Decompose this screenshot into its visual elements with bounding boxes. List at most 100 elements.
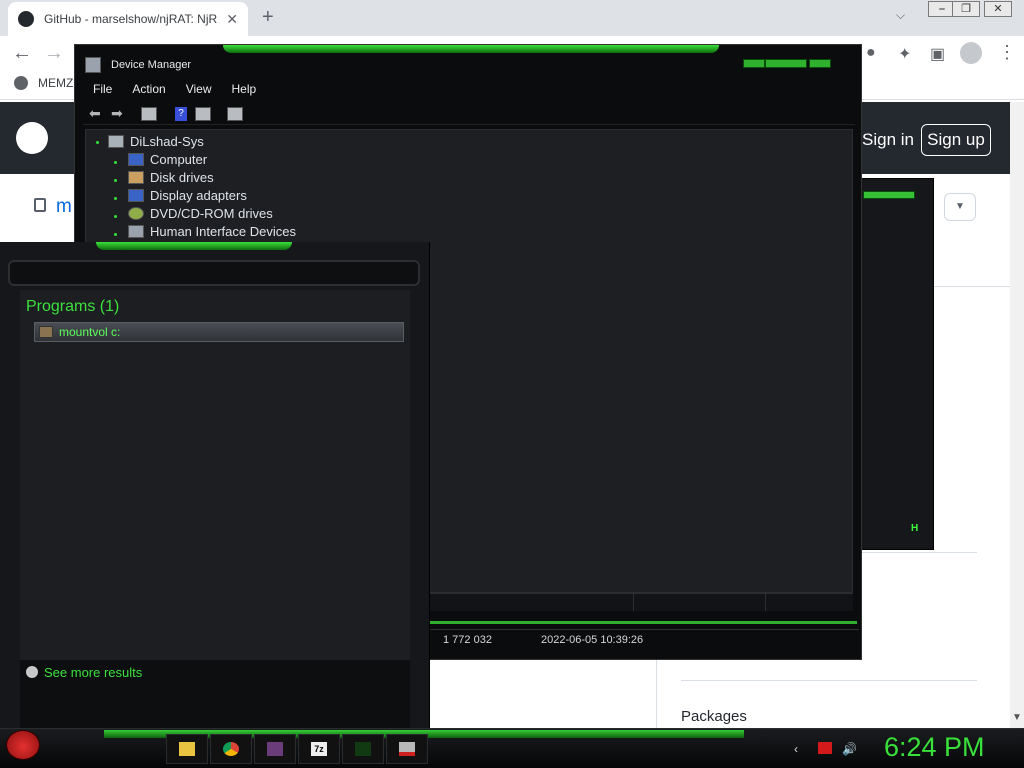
paint-icon	[267, 742, 283, 756]
tree-root-label: DiLshad-Sys	[130, 134, 204, 149]
github-logo-icon[interactable]	[16, 122, 48, 154]
search-result-label: mountvol c:	[59, 325, 121, 339]
device-manager-icon	[85, 57, 101, 73]
device-manager-icon	[399, 742, 415, 756]
profile-avatar[interactable]	[960, 42, 982, 64]
maximize-button[interactable]	[765, 59, 807, 68]
menu-help[interactable]: Help	[232, 82, 257, 96]
repo-icon	[34, 198, 46, 212]
tree-root[interactable]: DiLshad-Sys	[108, 134, 204, 149]
expander-dot-icon[interactable]	[114, 197, 117, 200]
file-size: 1 772 032	[443, 634, 492, 646]
sign-up-button[interactable]: Sign up	[921, 124, 991, 156]
view-icon[interactable]	[195, 107, 211, 121]
packages-heading: Packages	[681, 708, 747, 725]
status-divider	[633, 593, 634, 611]
toolbar: ⬅ ➡ ?	[83, 101, 855, 125]
disk-drive-icon	[128, 171, 144, 184]
forward-arrow-icon[interactable]: ➡	[111, 105, 123, 122]
display-adapter-icon	[128, 189, 144, 202]
globe-icon	[14, 76, 28, 90]
tab-close-icon[interactable]: ✕	[226, 11, 238, 28]
menu-view[interactable]: View	[186, 82, 212, 96]
volume-icon[interactable]: 🔊	[842, 742, 857, 756]
expander-dot-icon[interactable]	[96, 141, 99, 144]
menu-bar: File Action View Help	[83, 79, 855, 99]
start-menu: Programs (1) mountvol c: See more result…	[0, 242, 430, 728]
start-search-box[interactable]	[8, 260, 420, 286]
taskbar-app-njrat[interactable]	[342, 734, 384, 764]
extension-icon[interactable]: ●	[866, 44, 876, 62]
start-results-pane	[20, 290, 410, 660]
start-button[interactable]	[6, 730, 46, 766]
keyboard-icon	[128, 225, 144, 238]
scan-hardware-icon[interactable]	[227, 107, 243, 121]
properties-icon[interactable]	[141, 107, 157, 121]
tree-item-display-adapters[interactable]: Display adapters	[128, 188, 247, 203]
repo-name-link[interactable]: m	[56, 196, 72, 218]
page-scrollbar[interactable]	[1010, 102, 1024, 728]
see-more-results-link[interactable]: See more results	[44, 665, 142, 680]
dropdown-chevron-icon[interactable]: ▼	[944, 193, 976, 221]
programs-heading: Programs (1)	[26, 298, 120, 315]
tree-item-label: Computer	[150, 152, 208, 167]
expander-dot-icon[interactable]	[114, 179, 117, 182]
start-glow	[96, 242, 292, 250]
tree-item-disk-drives[interactable]: Disk drives	[128, 170, 214, 185]
side-panel-icon[interactable]: ▣	[930, 44, 945, 64]
taskbar-app-chrome[interactable]	[210, 734, 252, 764]
tray-chevron-icon[interactable]: ‹	[794, 742, 798, 756]
close-button[interactable]	[809, 59, 831, 68]
sign-in-link[interactable]: Sign in	[862, 130, 914, 150]
taskbar-app-7zip[interactable]: 7z	[298, 734, 340, 764]
accent-line	[427, 621, 857, 624]
minimize-button[interactable]	[743, 59, 765, 68]
tree-item-computer[interactable]: Computer	[128, 152, 207, 167]
chrome-icon	[223, 742, 239, 756]
puzzle-icon[interactable]: ✦	[898, 44, 911, 64]
angry-bird-icon	[6, 730, 40, 760]
status-divider	[765, 593, 766, 611]
forward-button[interactable]: →	[44, 42, 64, 65]
tree-item-label: Human Interface Devices	[150, 224, 296, 239]
expander-dot-icon[interactable]	[114, 161, 117, 164]
expander-dot-icon[interactable]	[114, 215, 117, 218]
tree-item-hid[interactable]: Human Interface Devices	[128, 224, 296, 239]
github-favicon-icon	[18, 11, 34, 27]
network-icon[interactable]	[818, 742, 832, 754]
search-result-item[interactable]: mountvol c:	[34, 322, 404, 342]
window-controls[interactable]	[863, 191, 915, 199]
njrat-icon	[355, 742, 371, 756]
menu-file[interactable]: File	[93, 82, 112, 96]
scroll-down-icon[interactable]: ▼	[1012, 712, 1022, 723]
background-dark-window: H	[858, 178, 934, 550]
tree-item-label: Disk drives	[150, 170, 214, 185]
window-title: Device Manager	[111, 59, 192, 71]
tab-search-icon[interactable]: ⌵	[896, 8, 905, 23]
window-letter: H	[911, 523, 919, 534]
menu-action[interactable]: Action	[132, 82, 165, 96]
taskbar-app-paint[interactable]	[254, 734, 296, 764]
taskbar-app-folder[interactable]	[166, 734, 208, 764]
back-arrow-icon[interactable]: ⬅	[89, 105, 101, 122]
tree-item-dvd-cdrom[interactable]: DVD/CD-ROM drives	[128, 206, 273, 221]
7zip-icon: 7z	[311, 742, 327, 756]
close-window-button[interactable]: ✕	[984, 1, 1012, 17]
new-tab-button[interactable]: +	[262, 6, 274, 29]
maximize-button[interactable]: ❐	[952, 1, 980, 17]
tree-item-label: DVD/CD-ROM drives	[150, 206, 273, 221]
monitor-icon	[128, 153, 144, 166]
divider	[681, 680, 977, 681]
computer-root-icon	[108, 135, 124, 148]
taskbar-app-device-manager[interactable]	[386, 734, 428, 764]
tab-title: GitHub - marselshow/njRAT: NjR	[44, 12, 218, 26]
bookmark-memz[interactable]: MEMZ	[14, 76, 73, 90]
help-icon[interactable]: ?	[175, 107, 187, 121]
taskbar-clock[interactable]: 6:24 PM	[884, 732, 985, 763]
menu-kebab-icon[interactable]: ⋮	[998, 42, 1016, 63]
expander-dot-icon[interactable]	[114, 233, 117, 236]
folder-icon	[179, 742, 195, 756]
tree-item-label: Display adapters	[150, 188, 247, 203]
back-button[interactable]: ←	[12, 42, 32, 65]
browser-tab[interactable]: GitHub - marselshow/njRAT: NjR ✕	[8, 2, 248, 36]
